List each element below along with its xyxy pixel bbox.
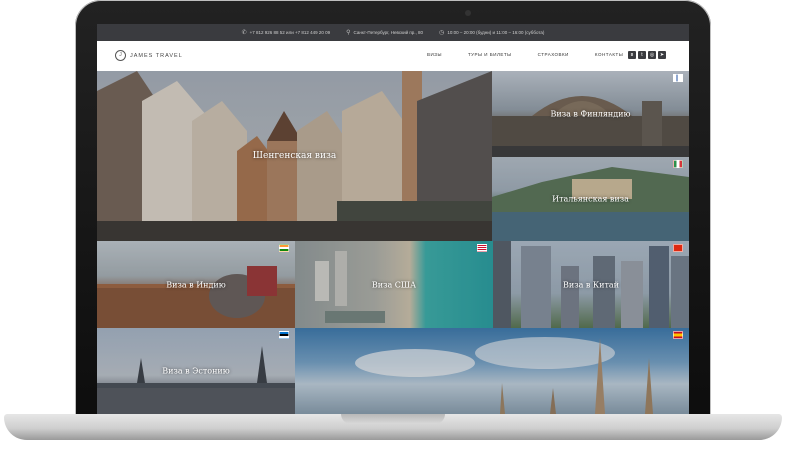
usa-flag-icon bbox=[477, 244, 487, 252]
estonia-flag-icon bbox=[279, 331, 289, 339]
tile-label: Виза США bbox=[371, 280, 417, 289]
menu-item-contacts[interactable]: КОНТАКТЫ bbox=[595, 52, 623, 57]
social-links: в t ◎ ➤ bbox=[628, 51, 666, 59]
tile-schengen-visa[interactable]: Шенгенская виза bbox=[97, 71, 492, 241]
tile-spain-visa[interactable] bbox=[295, 328, 689, 414]
tile-label: Шенгенская виза bbox=[252, 151, 337, 161]
clock-icon: ◷ bbox=[439, 30, 445, 36]
logo-text: JAMES TRAVEL bbox=[130, 52, 183, 59]
location-pin-icon: ⚲ bbox=[346, 30, 351, 36]
instagram-icon[interactable]: ◎ bbox=[648, 51, 656, 59]
tile-label: Виза в Индию bbox=[166, 280, 226, 289]
site-logo[interactable]: J JAMES TRAVEL bbox=[115, 50, 183, 61]
tile-overlay bbox=[295, 328, 689, 414]
main-navbar: J JAMES TRAVEL ВИЗЫ ТУРЫ И БИЛЕТЫ СТРАХО… bbox=[97, 41, 689, 71]
india-flag-icon bbox=[279, 244, 289, 252]
twitter-icon[interactable]: t bbox=[638, 51, 646, 59]
vk-icon[interactable]: в bbox=[628, 51, 636, 59]
tile-label: Виза в Эстонию bbox=[162, 366, 230, 376]
tile-finland-visa[interactable]: Виза в Финляндию bbox=[492, 71, 689, 157]
tile-label: Виза в Финляндию bbox=[550, 109, 631, 119]
spain-flag-icon bbox=[673, 331, 683, 339]
finland-flag-icon bbox=[673, 74, 683, 82]
hours-text: 10:00 – 20:00 (будни) и 11:00 – 16:00 (с… bbox=[447, 30, 545, 35]
tile-italy-visa[interactable]: Итальянская виза bbox=[492, 157, 689, 241]
italy-flag-icon bbox=[673, 160, 683, 168]
logo-emblem-icon: J bbox=[115, 50, 126, 61]
browser-screen: ✆ +7 812 926 88 52 или +7 812 449 20 09 … bbox=[97, 24, 689, 414]
topbar-hours: ◷ 10:00 – 20:00 (будни) и 11:00 – 16:00 … bbox=[439, 29, 544, 36]
tile-usa-visa[interactable]: Виза США bbox=[295, 241, 493, 328]
telegram-icon[interactable]: ➤ bbox=[658, 51, 666, 59]
topbar-phone[interactable]: ✆ +7 812 926 88 52 или +7 812 449 20 09 bbox=[242, 29, 331, 36]
contact-topbar: ✆ +7 812 926 88 52 или +7 812 449 20 09 … bbox=[97, 24, 689, 41]
phone-text: +7 812 926 88 52 или +7 812 449 20 09 bbox=[249, 30, 331, 35]
main-menu: ВИЗЫ ТУРЫ И БИЛЕТЫ СТРАХОВКИ КОНТАКТЫ bbox=[427, 52, 623, 57]
menu-item-visas[interactable]: ВИЗЫ bbox=[427, 52, 442, 57]
camera-icon bbox=[465, 10, 471, 16]
tile-label: Итальянская виза bbox=[552, 194, 629, 204]
tile-india-visa[interactable]: Виза в Индию bbox=[97, 241, 295, 328]
tile-label: Виза в Китай bbox=[563, 280, 619, 289]
menu-item-tours[interactable]: ТУРЫ И БИЛЕТЫ bbox=[468, 52, 512, 57]
tile-china-visa[interactable]: Виза в Китай bbox=[493, 241, 689, 328]
menu-item-insurance[interactable]: СТРАХОВКИ bbox=[538, 52, 569, 57]
topbar-address: ⚲ Санкт-Петербург, Невский пр., 80 bbox=[346, 29, 423, 36]
address-text: Санкт-Петербург, Невский пр., 80 bbox=[353, 30, 424, 35]
china-flag-icon bbox=[673, 244, 683, 252]
tile-estonia-visa[interactable]: Виза в Эстонию bbox=[97, 328, 295, 414]
phone-icon: ✆ bbox=[241, 30, 247, 36]
laptop-notch bbox=[341, 414, 445, 424]
